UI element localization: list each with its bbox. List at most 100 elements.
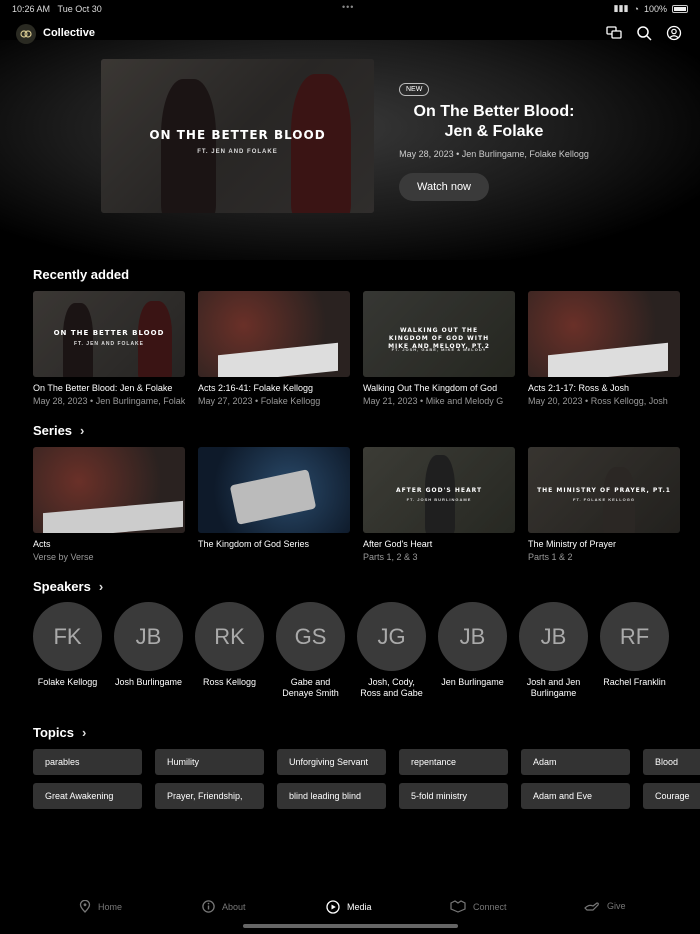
wifi-icon: ◔ xyxy=(633,3,639,14)
card-meta: Parts 1, 2 & 3 xyxy=(363,552,418,562)
tab-media[interactable]: Media xyxy=(326,900,372,914)
card-thumb-subtitle: FT. JOSH BURLINGAME xyxy=(406,497,472,502)
series-card[interactable]: THE MINISTRY OF PRAYER, PT.1 FT. FOLAKE … xyxy=(528,447,680,562)
account-icon[interactable] xyxy=(666,25,682,41)
series-heading[interactable]: Series › xyxy=(33,423,84,438)
speaker-name: Ross Kellogg xyxy=(202,677,257,687)
chat-icon[interactable] xyxy=(606,25,622,41)
speaker-item[interactable]: JG Josh, Cody, Ross and Gabe xyxy=(357,602,426,699)
home-indicator[interactable] xyxy=(243,924,458,928)
card-title: The Kingdom of God Series xyxy=(198,539,310,549)
tab-home[interactable]: Home xyxy=(79,900,122,913)
avatar: JG xyxy=(357,602,426,671)
chevron-right-icon: › xyxy=(81,725,87,740)
media-card[interactable]: ON THE BETTER BLOOD FT. JEN AND FOLAKE O… xyxy=(33,291,185,406)
speaker-item[interactable]: JB Jen Burlingame xyxy=(438,602,507,699)
media-card[interactable]: Acts 2:16-41: Folake Kellogg May 27, 202… xyxy=(198,291,350,406)
hero-info: NEW On The Better Blood: Jen & Folake Ma… xyxy=(399,78,589,201)
tab-label: About xyxy=(222,901,246,912)
location-pin-icon xyxy=(79,900,91,913)
recently-added-row: ON THE BETTER BLOOD FT. JEN AND FOLAKE O… xyxy=(33,291,680,406)
card-thumbnail xyxy=(528,291,680,377)
topic-chip[interactable]: parables xyxy=(33,749,142,775)
card-meta: May 27, 2023 • Folake Kellogg xyxy=(198,396,321,406)
topic-chip[interactable]: blind leading blind xyxy=(277,783,386,809)
topic-chip[interactable]: Humility xyxy=(155,749,264,775)
topics-heading[interactable]: Topics › xyxy=(33,725,86,740)
search-icon[interactable] xyxy=(636,25,652,41)
tab-about[interactable]: About xyxy=(202,900,246,913)
speaker-name: Folake Kellogg xyxy=(37,677,98,687)
speaker-name: Rachel Franklin xyxy=(603,677,666,687)
app-logo-icon[interactable] xyxy=(16,24,36,44)
topic-chip[interactable]: Prayer, Friendship, xyxy=(155,783,264,809)
speaker-item[interactable]: GS Gabe and Denaye Smith xyxy=(276,602,345,699)
speaker-name: Josh and Jen Burlingame xyxy=(526,677,581,698)
series-card[interactable]: AFTER GOD'S HEART FT. JOSH BURLINGAME Af… xyxy=(363,447,515,562)
speakers-heading[interactable]: Speakers › xyxy=(33,579,103,594)
hero-title: On The Better Blood: Jen & Folake xyxy=(413,103,575,140)
tab-label: Give xyxy=(607,901,626,911)
status-time: 10:26 AM Tue Oct 30 xyxy=(12,4,102,14)
topic-chip[interactable]: Courage xyxy=(643,783,700,809)
play-circle-icon xyxy=(326,900,340,914)
card-title: After God's Heart xyxy=(363,539,433,549)
card-title: Acts xyxy=(33,539,51,549)
card-thumbnail xyxy=(198,447,350,533)
signal-icon: ▮▮▮ xyxy=(613,3,629,13)
series-card[interactable]: Acts Verse by Verse xyxy=(33,447,185,562)
card-thumb-title: ON THE BETTER BLOOD xyxy=(53,329,165,337)
multitask-dots[interactable]: ••• xyxy=(342,2,354,12)
topic-chip[interactable]: Blood xyxy=(643,749,700,775)
hero-thumb-subtitle: FT. JEN AND FOLAKE xyxy=(197,149,278,155)
card-meta: Parts 1 & 2 xyxy=(528,552,573,562)
speaker-item[interactable]: RF Rachel Franklin xyxy=(600,602,669,699)
tab-connect[interactable]: Connect xyxy=(450,900,507,913)
card-thumbnail xyxy=(198,291,350,377)
status-bar: 10:26 AM Tue Oct 30 ••• ▮▮▮ ◔ 100% xyxy=(0,0,700,18)
speaker-item[interactable]: JB Josh Burlingame xyxy=(114,602,183,699)
book-shape xyxy=(548,342,668,377)
top-nav: Collective xyxy=(0,22,700,48)
topic-chip[interactable]: repentance xyxy=(399,749,508,775)
card-meta: May 28, 2023 • Jen Burlingame, Folake Ke… xyxy=(33,396,185,406)
series-row: Acts Verse by Verse The Kingdom of God S… xyxy=(33,447,680,562)
tab-label: Media xyxy=(347,902,372,912)
media-card[interactable]: Acts 2:1-17: Ross & Josh May 20, 2023 • … xyxy=(528,291,680,406)
book-shape xyxy=(43,500,183,533)
card-thumb-subtitle: FT. JOSH, GABE, MIKE & MELODY xyxy=(391,347,487,352)
hero-thumbnail[interactable]: ON THE BETTER BLOOD FT. JEN AND FOLAKE xyxy=(101,59,374,213)
watch-now-button[interactable]: Watch now xyxy=(399,173,490,201)
give-hand-icon xyxy=(584,902,599,911)
tab-label: Home xyxy=(98,901,123,912)
avatar: RK xyxy=(195,602,264,671)
card-thumbnail: WALKING OUT THE KINGDOM OF GOD WITH MIKE… xyxy=(363,291,515,377)
card-title: On The Better Blood: Jen & Folake xyxy=(33,383,173,393)
tab-label: Connect xyxy=(473,901,507,912)
card-thumbnail: ON THE BETTER BLOOD FT. JEN AND FOLAKE xyxy=(33,291,185,377)
tab-give[interactable]: Give xyxy=(584,900,626,912)
media-card[interactable]: WALKING OUT THE KINGDOM OF GOD WITH MIKE… xyxy=(363,291,515,406)
speaker-name: Gabe and Denaye Smith xyxy=(282,677,339,698)
speaker-item[interactable]: FK Folake Kellogg xyxy=(33,602,102,699)
card-title: Walking Out The Kingdom of God xyxy=(363,383,498,393)
card-thumbnail: AFTER GOD'S HEART FT. JOSH BURLINGAME xyxy=(363,447,515,533)
card-title: The Ministry of Prayer xyxy=(528,539,617,549)
info-icon xyxy=(202,900,215,913)
series-card[interactable]: The Kingdom of God Series xyxy=(198,447,350,562)
speaker-item[interactable]: JB Josh and Jen Burlingame xyxy=(519,602,588,699)
brand-name: Collective xyxy=(43,27,95,39)
card-thumb-subtitle: FT. FOLAKE KELLOGG xyxy=(573,497,635,502)
connect-icon xyxy=(450,900,466,913)
recently-added-heading: Recently added xyxy=(33,267,130,282)
topics-row-1: parables Humility Unforgiving Servant re… xyxy=(33,749,700,775)
card-meta: May 21, 2023 • Mike and Melody G xyxy=(363,396,504,406)
topic-chip[interactable]: Adam xyxy=(521,749,630,775)
topic-chip[interactable]: Adam and Eve xyxy=(521,783,630,809)
topic-chip[interactable]: Great Awakening xyxy=(33,783,142,809)
speaker-name: Jen Burlingame xyxy=(441,677,504,687)
card-thumbnail: THE MINISTRY OF PRAYER, PT.1 FT. FOLAKE … xyxy=(528,447,680,533)
topic-chip[interactable]: Unforgiving Servant xyxy=(277,749,386,775)
topic-chip[interactable]: 5-fold ministry xyxy=(399,783,508,809)
speaker-item[interactable]: RK Ross Kellogg xyxy=(195,602,264,699)
